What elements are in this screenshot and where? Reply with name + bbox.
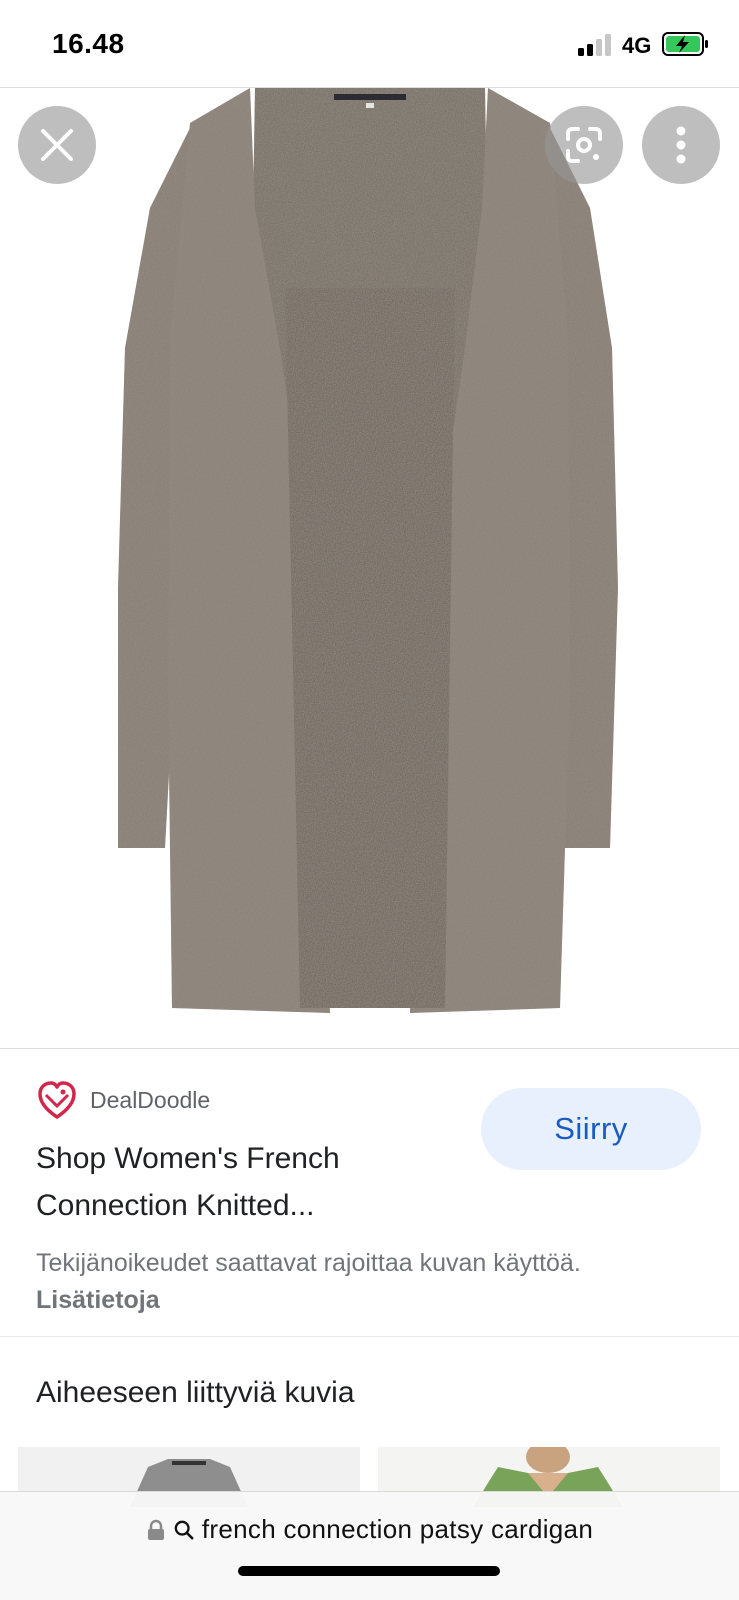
status-time: 16.48 — [52, 28, 125, 59]
result-title[interactable]: Shop Women's French Connection Knitted..… — [36, 1135, 446, 1229]
lock-icon — [147, 1519, 164, 1540]
copyright-notice: Tekijänoikeudet saattavat rajoittaa kuva… — [36, 1245, 656, 1319]
google-lens-button[interactable] — [545, 106, 623, 184]
close-button[interactable] — [18, 106, 96, 184]
url-query-text: french connection patsy cardigan — [201, 1514, 594, 1544]
more-vert-icon — [676, 126, 686, 164]
result-title-line2: Connection Knitted... — [36, 1189, 315, 1222]
home-indicator[interactable] — [238, 1566, 500, 1576]
dealdoodle-logo-icon — [38, 1081, 76, 1119]
battery-charging-icon — [662, 32, 708, 56]
google-lens-icon — [566, 127, 602, 163]
network-type: 4G — [622, 33, 652, 58]
copyright-text: Tekijänoikeudet saattavat rajoittaa kuva… — [36, 1249, 581, 1277]
status-bar: 16.48 4G — [0, 0, 739, 88]
learn-more-link[interactable]: Lisätietoja — [36, 1286, 160, 1314]
source-name: DealDoodle — [90, 1086, 211, 1113]
search-icon — [174, 1520, 194, 1539]
related-images-heading: Aiheeseen liittyviä kuvia — [36, 1376, 355, 1409]
cardigan-image[interactable] — [0, 88, 739, 1049]
more-options-button[interactable] — [642, 106, 720, 184]
image-viewer — [0, 88, 739, 1049]
result-title-line1: Shop Women's French — [36, 1142, 340, 1175]
section-divider — [0, 1336, 739, 1337]
cellular-signal-icon — [578, 34, 611, 56]
source-row[interactable]: DealDoodle — [36, 1078, 210, 1122]
browser-url-bar[interactable]: french connection patsy cardigan — [0, 1491, 739, 1600]
close-icon — [41, 129, 73, 161]
visit-button[interactable]: Siirry — [481, 1088, 701, 1170]
